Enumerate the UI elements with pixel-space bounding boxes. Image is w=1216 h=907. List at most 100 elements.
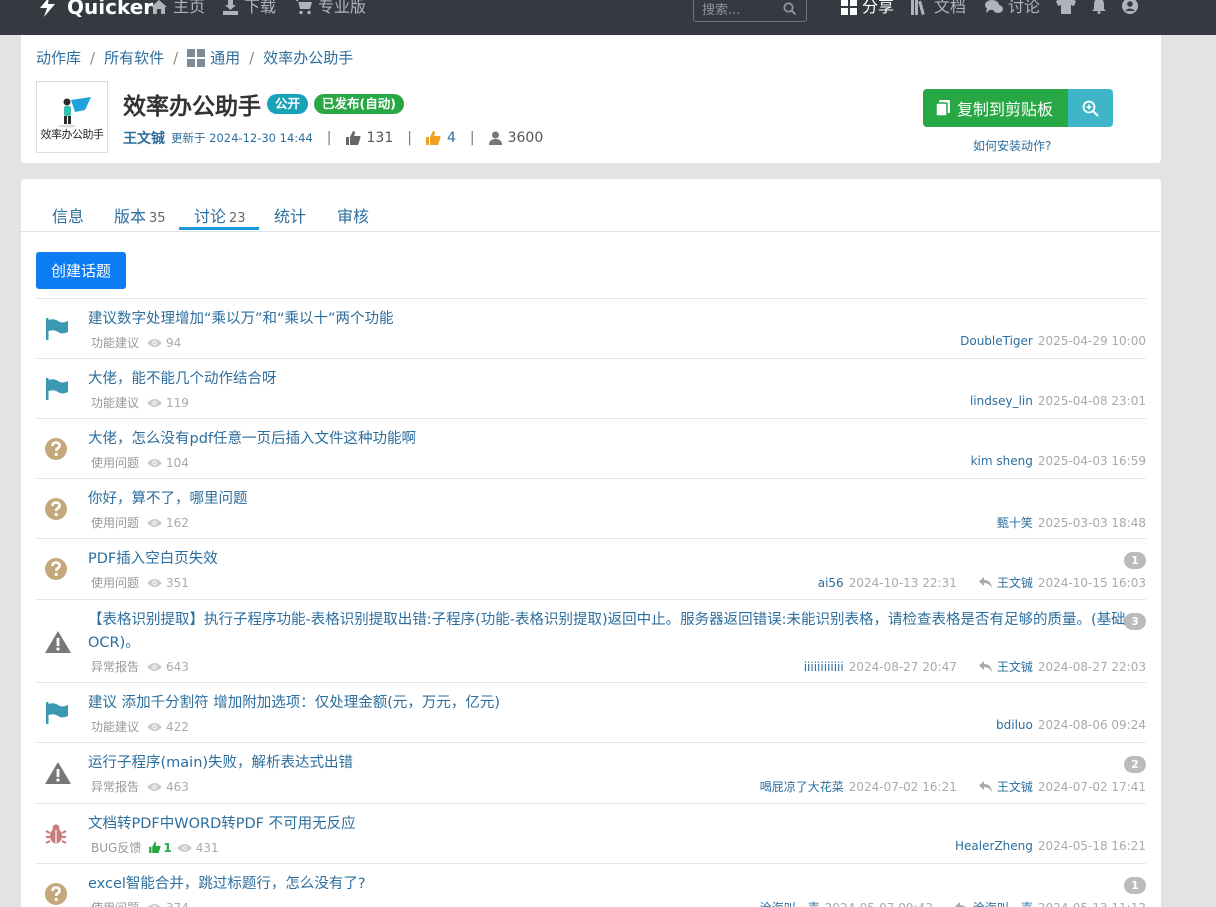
topic-row[interactable]: PDF插入空白页失效 使用问题 351 1 ai56 2024-10-13 22:31 王文… bbox=[36, 538, 1146, 599]
bell-icon bbox=[1092, 0, 1106, 14]
topic-views: 351 bbox=[147, 576, 189, 590]
topic-author[interactable]: bdiluo bbox=[996, 718, 1033, 732]
last-reply-user[interactable]: 沧海叫一声 bbox=[973, 899, 1033, 907]
breadcrumb-general[interactable]: 通用 bbox=[187, 47, 240, 68]
question-icon bbox=[45, 558, 67, 584]
author-link[interactable]: 王文铖 bbox=[123, 128, 165, 148]
nav-pro[interactable]: 专业版 bbox=[295, 0, 366, 18]
thumbs-up-icon[interactable] bbox=[345, 131, 361, 145]
topic-category[interactable]: 使用问题 bbox=[88, 898, 142, 907]
topic-title[interactable]: 建议 添加千分割符 增加附加选项：仅处理金额(元，万元，亿元) bbox=[88, 692, 1128, 715]
reply-count-badge: 1 bbox=[1124, 877, 1146, 894]
topic-category[interactable]: 使用问题 bbox=[88, 573, 142, 592]
tab-discussion-label: 讨论 bbox=[194, 207, 227, 226]
topic-title[interactable]: 大佬，怎么没有pdf任意一页后插入文件这种功能啊 bbox=[88, 428, 1128, 451]
nav-download[interactable]: 下载 bbox=[222, 0, 276, 18]
topic-author[interactable]: iiiiiiiiiiii bbox=[804, 660, 844, 674]
topic-row[interactable]: 大佬，怎么没有pdf任意一页后插入文件这种功能啊使用问题 104 kim sheng… bbox=[36, 418, 1146, 478]
topic-row[interactable]: 运行子程序(main)失败，解析表达式出错 异常报告 463 2 喝屁凉了大花菜 2024… bbox=[36, 742, 1146, 803]
topic-row[interactable]: 大佬，能不能几个动作结合呀 功能建议 119 lindsey_lin 2025-04-0… bbox=[36, 358, 1146, 418]
tab-review[interactable]: 审核 bbox=[337, 203, 369, 227]
last-reply-user[interactable]: 王文铖 bbox=[997, 658, 1033, 675]
search-input[interactable] bbox=[702, 3, 782, 18]
topic-time: 2024-08-27 20:47 bbox=[848, 659, 957, 674]
topic-time: 2025-04-29 10:00 bbox=[1037, 334, 1146, 348]
preview-button[interactable] bbox=[1068, 89, 1113, 127]
thumbs-count: 4 bbox=[446, 130, 456, 146]
topic-title[interactable]: 大佬，能不能几个动作结合呀 bbox=[88, 368, 1128, 391]
nav-docs-label: 文档 bbox=[934, 0, 967, 16]
how-to-install-link[interactable]: 如何安装动作? bbox=[973, 137, 1051, 154]
topic-title[interactable]: 【表格识别提取】执行子程序功能-表格识别提取出错:子程序(功能-表格识别提取)返… bbox=[88, 609, 1128, 655]
tab-info[interactable]: 信息 bbox=[52, 203, 84, 227]
topic-author[interactable]: 沧海叫一声 bbox=[760, 899, 820, 907]
breadcrumb-current[interactable]: 效率办公助手 bbox=[263, 47, 353, 68]
thumbs-up-orange-icon[interactable] bbox=[425, 131, 441, 145]
topic-row[interactable]: 建议 添加千分割符 增加附加选项：仅处理金额(元，万元，亿元) 功能建议 422 bd… bbox=[36, 682, 1146, 742]
topic-title[interactable]: 文档转PDF中WORD转PDF 不可用无反应 bbox=[88, 813, 1128, 836]
topic-author[interactable]: lindsey_lin bbox=[970, 394, 1033, 408]
topic-row[interactable]: excel智能合并，跳过标题行，怎么没有了? 使用问题 374 1 沧海叫一声 2024-… bbox=[36, 863, 1146, 907]
topic-category[interactable]: 异常报告 bbox=[88, 777, 142, 796]
topic-views: 463 bbox=[147, 780, 189, 794]
topic-author[interactable]: HealerZheng bbox=[955, 839, 1033, 853]
brand-logo[interactable]: Quicker bbox=[38, 0, 153, 18]
copy-to-clipboard-button[interactable]: 复制到剪贴板 bbox=[923, 89, 1069, 127]
download-icon bbox=[223, 0, 238, 15]
breadcrumb-all-software[interactable]: 所有软件 bbox=[104, 47, 164, 68]
search-icon[interactable] bbox=[783, 2, 796, 15]
last-reply-user[interactable]: 王文铖 bbox=[997, 778, 1033, 795]
last-reply-user[interactable]: 王文铖 bbox=[997, 574, 1033, 591]
nav-discuss-label: 讨论 bbox=[1008, 0, 1041, 16]
topic-title[interactable]: excel智能合并，跳过标题行，怎么没有了? bbox=[88, 873, 1128, 896]
topic-views-count: 104 bbox=[166, 455, 189, 470]
tab-versions[interactable]: 版本 35 bbox=[114, 203, 166, 227]
topic-likes-count: 1 bbox=[163, 840, 172, 855]
topic-row[interactable]: 你好，算不了，哪里问题 使用问题 162 甄十笑 2025-03-03 18:48 bbox=[36, 478, 1146, 538]
topic-category[interactable]: 使用问题 bbox=[88, 453, 142, 472]
tab-info-label: 信息 bbox=[52, 207, 85, 226]
topic-row[interactable]: 建议数字处理增加“乘以万”和“乘以十”两个功能 功能建议 94 DoubleTiger… bbox=[36, 298, 1146, 358]
tab-versions-count: 35 bbox=[149, 211, 166, 226]
topic-category[interactable]: 功能建议 bbox=[88, 717, 142, 736]
topic-time: 2024-10-13 22:31 bbox=[848, 575, 957, 590]
topic-title[interactable]: 运行子程序(main)失败，解析表达式出错 bbox=[88, 752, 1128, 775]
topic-title[interactable]: 建议数字处理增加“乘以万”和“乘以十”两个功能 bbox=[88, 308, 1128, 331]
nav-docs[interactable]: 文档 bbox=[911, 0, 966, 18]
topic-views-count: 351 bbox=[166, 575, 189, 590]
skin-button[interactable] bbox=[1056, 0, 1076, 18]
topic-title[interactable]: PDF插入空白页失效 bbox=[88, 548, 1128, 571]
topic-author[interactable]: kim sheng bbox=[971, 454, 1033, 468]
topic-row[interactable]: 【表格识别提取】执行子程序功能-表格识别提取出错:子程序(功能-表格识别提取)返… bbox=[36, 599, 1146, 682]
notification-button[interactable] bbox=[1092, 0, 1106, 18]
topic-author[interactable]: 甄十笑 bbox=[997, 514, 1033, 531]
topic-author[interactable]: DoubleTiger bbox=[960, 334, 1033, 348]
topic-category[interactable]: 异常报告 bbox=[88, 657, 142, 676]
tab-versions-label: 版本 bbox=[114, 207, 147, 226]
reply-icon bbox=[978, 577, 992, 588]
tab-stats[interactable]: 统计 bbox=[274, 203, 306, 227]
nav-discuss[interactable]: 讨论 bbox=[985, 0, 1040, 18]
eye-icon bbox=[147, 722, 163, 731]
topic-title[interactable]: 你好，算不了，哪里问题 bbox=[88, 488, 1128, 511]
topic-author[interactable]: ai56 bbox=[818, 576, 844, 590]
search-box[interactable] bbox=[693, 0, 807, 22]
topic-meta: 使用问题 351 bbox=[88, 573, 189, 592]
topic-row[interactable]: 文档转PDF中WORD转PDF 不可用无反应 BUG反馈 1 431 HealerZhe… bbox=[36, 803, 1146, 863]
warning-icon bbox=[45, 762, 71, 788]
create-topic-button[interactable]: 创建话题 bbox=[36, 252, 126, 289]
user-menu-button[interactable] bbox=[1122, 0, 1138, 18]
divider: | bbox=[469, 130, 475, 146]
topic-category[interactable]: BUG反馈 bbox=[88, 838, 144, 857]
topic-category[interactable]: 功能建议 bbox=[88, 393, 142, 412]
tshirt-icon bbox=[1056, 0, 1076, 14]
comments-icon bbox=[985, 0, 1003, 13]
topic-author[interactable]: 喝屁凉了大花菜 bbox=[760, 778, 844, 795]
topic-category[interactable]: 使用问题 bbox=[88, 513, 142, 532]
last-reply-time: 2024-08-27 22:03 bbox=[1037, 659, 1146, 674]
topic-category[interactable]: 功能建议 bbox=[88, 333, 142, 352]
nav-home[interactable]: 主页 bbox=[150, 0, 205, 18]
breadcrumb-action-library[interactable]: 动作库 bbox=[36, 47, 81, 68]
tab-discussion[interactable]: 讨论 23 bbox=[194, 203, 246, 227]
nav-share[interactable]: 分享 bbox=[841, 0, 894, 18]
